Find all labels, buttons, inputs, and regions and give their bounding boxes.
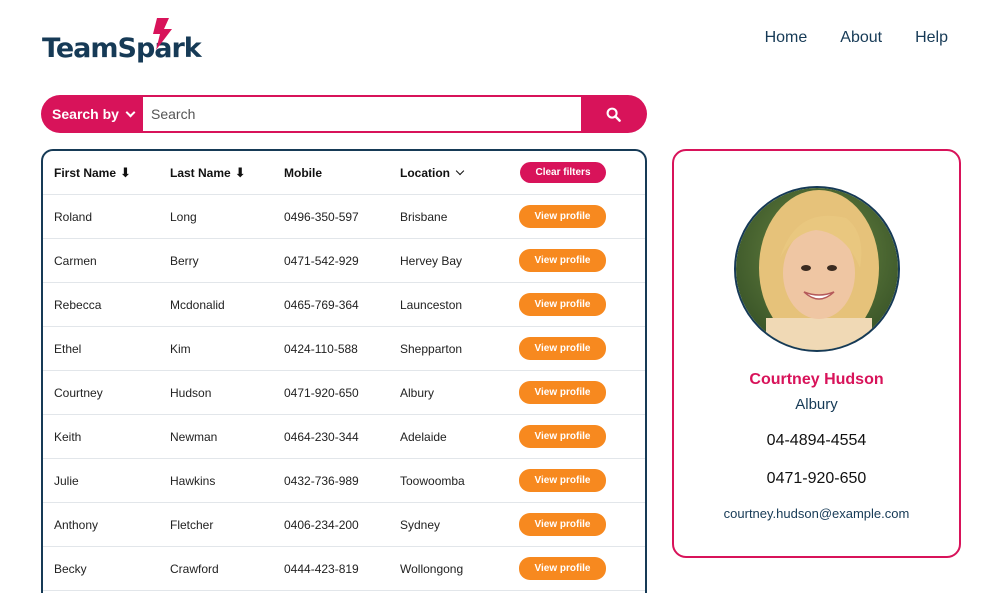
location-cell: Brisbane bbox=[400, 209, 448, 224]
first-name-header: First Name bbox=[54, 165, 117, 180]
view-profile-button[interactable]: View profile bbox=[519, 205, 606, 228]
mobile-header: Mobile bbox=[284, 165, 322, 180]
logo-text: TeamSpark bbox=[42, 33, 202, 64]
first-name-cell: Carmen bbox=[54, 253, 97, 268]
mobile-cell: 0406-234-200 bbox=[284, 517, 359, 532]
profile-name: Courtney Hudson bbox=[749, 371, 884, 388]
view-profile-button[interactable]: View profile bbox=[519, 557, 606, 580]
avatar bbox=[734, 186, 900, 352]
mobile-cell: 0464-230-344 bbox=[284, 429, 359, 444]
people-table: First Name ⬇ Last Name ⬇ Mobile Location… bbox=[41, 149, 647, 593]
table-row: Rebecca Mcdonalid 0465-769-364 Launceston Vi… bbox=[43, 283, 645, 327]
search-input[interactable] bbox=[143, 97, 581, 131]
mobile-cell: 0424-110-588 bbox=[284, 341, 358, 356]
sort-first-name[interactable]: First Name ⬇ bbox=[54, 165, 131, 181]
location-filter[interactable]: Location bbox=[400, 165, 465, 180]
last-name-cell: Hawkins bbox=[170, 473, 216, 488]
spark-bolt-icon bbox=[153, 18, 172, 50]
nav-about-link[interactable]: About bbox=[840, 29, 882, 47]
table-header-row: First Name ⬇ Last Name ⬇ Mobile Location… bbox=[43, 151, 645, 195]
table-row: Julie Hawkins 0432-736-989 Toowoomba View pr… bbox=[43, 459, 645, 503]
mobile-cell: 0444-423-819 bbox=[284, 561, 359, 576]
chevron-down-icon bbox=[455, 166, 465, 176]
mobile-cell: 0471-920-650 bbox=[284, 385, 359, 400]
first-name-cell: Roland bbox=[54, 209, 93, 224]
location-cell: Sydney bbox=[400, 517, 441, 532]
table-row: Ethel Kim 0424-110-588 Shepparton View profi… bbox=[43, 327, 645, 371]
last-name-cell: Berry bbox=[170, 253, 199, 268]
mobile-cell: 0465-769-364 bbox=[284, 297, 359, 312]
location-cell: Adelaide bbox=[400, 429, 447, 444]
last-name-cell: Hudson bbox=[170, 385, 212, 400]
arrow-down-icon: ⬇ bbox=[234, 164, 246, 180]
avatar-photo bbox=[736, 188, 898, 350]
table-row: Keith Newman 0464-230-344 Adelaide View prof… bbox=[43, 415, 645, 459]
view-profile-button[interactable]: View profile bbox=[519, 513, 606, 536]
mobile-cell: 0471-542-929 bbox=[284, 253, 359, 268]
first-name-cell: Courtney bbox=[54, 385, 103, 400]
profile-mobile: 0471-920-650 bbox=[766, 470, 867, 487]
first-name-cell: Anthony bbox=[54, 517, 99, 532]
first-name-cell: Julie bbox=[54, 473, 79, 488]
table-row: Anthony Fletcher 0406-234-200 Sydney View pr… bbox=[43, 503, 645, 547]
view-profile-button[interactable]: View profile bbox=[519, 337, 606, 360]
location-cell: Launceston bbox=[400, 297, 463, 312]
profile-email[interactable]: courtney.hudson@example.com bbox=[674, 506, 959, 521]
first-name-cell: Becky bbox=[54, 561, 87, 576]
location-cell: Hervey Bay bbox=[400, 253, 463, 268]
profile-phone: 04-4894-4554 bbox=[766, 432, 867, 449]
view-profile-button[interactable]: View profile bbox=[519, 249, 606, 272]
search-icon bbox=[606, 107, 621, 122]
table-row: Becky Crawford 0444-423-819 Wollongong View … bbox=[43, 547, 645, 591]
profile-card: Courtney Hudson Albury 04-4894-4554 0471… bbox=[672, 149, 961, 558]
profile-location: Albury bbox=[795, 396, 838, 413]
view-profile-button[interactable]: View profile bbox=[519, 425, 606, 448]
table-row: Roland Long 0496-350-597 Brisbane View profi… bbox=[43, 195, 645, 239]
search-bar: Search by bbox=[41, 95, 647, 133]
clear-filters-button[interactable]: Clear filters bbox=[520, 162, 606, 183]
mobile-cell: 0432-736-989 bbox=[284, 473, 359, 488]
view-profile-button[interactable]: View profile bbox=[519, 469, 606, 492]
nav-help-link[interactable]: Help bbox=[915, 29, 948, 47]
chevron-down-icon bbox=[125, 107, 136, 118]
location-cell: Wollongong bbox=[400, 561, 464, 576]
search-button[interactable] bbox=[581, 97, 645, 131]
table-row: Carmen Berry 0471-542-929 Hervey Bay View pr… bbox=[43, 239, 645, 283]
last-name-cell: Mcdonalid bbox=[170, 297, 225, 312]
first-name-cell: Ethel bbox=[54, 341, 82, 356]
table-row: Courtney Hudson 0471-920-650 Albury View pro… bbox=[43, 371, 645, 415]
top-nav: Home About Help bbox=[765, 29, 948, 47]
location-cell: Toowoomba bbox=[400, 473, 465, 488]
first-name-cell: Rebecca bbox=[54, 297, 102, 312]
last-name-cell: Long bbox=[170, 209, 197, 224]
logo[interactable]: TeamSpark bbox=[42, 18, 202, 64]
nav-home-link[interactable]: Home bbox=[765, 29, 808, 47]
last-name-cell: Fletcher bbox=[170, 517, 214, 532]
last-name-cell: Crawford bbox=[170, 561, 219, 576]
location-cell: Shepparton bbox=[400, 341, 463, 356]
last-name-cell: Newman bbox=[170, 429, 218, 444]
search-by-dropdown[interactable]: Search by bbox=[43, 97, 143, 131]
location-header: Location bbox=[400, 165, 450, 180]
last-name-cell: Kim bbox=[170, 341, 191, 356]
search-by-label: Search by bbox=[52, 106, 119, 122]
last-name-header: Last Name bbox=[170, 165, 231, 180]
mobile-cell: 0496-350-597 bbox=[284, 209, 359, 224]
view-profile-button[interactable]: View profile bbox=[519, 381, 606, 404]
location-cell: Albury bbox=[400, 385, 435, 400]
first-name-cell: Keith bbox=[54, 429, 82, 444]
sort-last-name[interactable]: Last Name ⬇ bbox=[170, 165, 246, 181]
view-profile-button[interactable]: View profile bbox=[519, 293, 606, 316]
arrow-down-icon: ⬇ bbox=[120, 164, 131, 180]
